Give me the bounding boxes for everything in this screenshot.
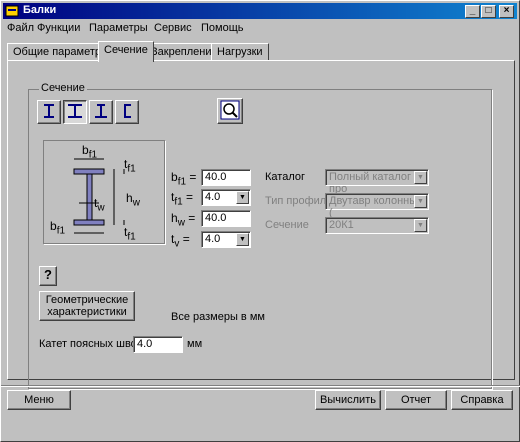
tab-panel: Сечение bf1 tf1 hw tw bf1 tf1 bf1 = 40.0… [7,60,515,389]
profile-i-beam-button[interactable] [37,100,61,124]
diagram-bf1-top: bf1 [82,143,98,161]
window-title: Балки [23,4,57,16]
catalog-label: Каталог [265,171,305,183]
section-combo: 20К1 ▼ [325,217,429,234]
chevron-down-icon[interactable]: ▼ [236,191,249,204]
help-button[interactable]: Справка [451,390,513,410]
units-note: Все размеры в мм [171,311,265,323]
app-icon [5,5,19,17]
tab-strip: Общие параметры Сечение Закрепление Нагр… [7,41,515,62]
param-tf1-label: tf1 = [171,190,194,208]
help-question-button[interactable]: ? [39,266,57,286]
footer-divider [1,385,520,387]
weld-unit: мм [187,338,203,350]
chevron-down-icon: ▼ [414,219,427,232]
profile-t-button[interactable] [89,100,113,124]
param-hw-label: hw = [171,211,196,229]
menu-file[interactable]: Файл [7,22,34,34]
tv-combo[interactable]: 4.0 ▼ [201,231,251,248]
diagram-bf1-bottom: bf1 [50,219,66,237]
param-bf1-label: bf1 = [171,170,197,188]
channel-icon [124,104,131,118]
bf1-input[interactable]: 40.0 [201,169,251,186]
group-title: Сечение [39,82,87,94]
menu-functions[interactable]: Функции [37,22,80,34]
title-bar: Балки _ □ × [3,3,517,19]
section-label: Сечение [265,219,309,231]
diagram-tf1-top: tf1 [124,157,136,175]
chevron-down-icon: ▼ [414,171,427,184]
geometric-characteristics-button[interactable]: Геометрические характеристики [39,291,135,321]
weld-input[interactable]: 4.0 [133,336,183,353]
diagram-tf1-bottom: tf1 [124,225,136,243]
tab-loads[interactable]: Нагрузки [211,43,269,61]
minimize-button[interactable]: _ [465,5,480,18]
weld-label: Катет поясных швов [39,338,143,350]
catalog-combo: Полный каталог про ▼ [325,169,429,195]
tf1-combo[interactable]: 4.0 ▼ [201,189,251,206]
hw-input[interactable]: 40.0 [201,210,251,227]
calculate-button[interactable]: Вычислить [315,390,381,410]
profile-channel-button[interactable] [115,100,139,124]
section-diagram: bf1 tf1 hw tw bf1 tf1 [43,140,165,244]
param-tv-label: tv = [171,232,190,250]
section-value: 20К1 [329,219,354,231]
chevron-down-icon[interactable]: ▼ [236,233,249,246]
menu-bar: Файл Функции Параметры Сервис Помощь [3,20,517,38]
profile-type-combo: Двутавр колонный ( ▼ [325,193,429,219]
close-button[interactable]: × [499,5,514,18]
magnifier-icon [220,100,240,120]
chevron-down-icon: ▼ [414,195,427,208]
profile-type-value: Двутавр колонный ( [329,195,424,219]
menu-service[interactable]: Сервис [154,22,192,34]
diagram-hw: hw [126,191,140,209]
menu-help[interactable]: Помощь [201,22,244,34]
tf1-value: 4.0 [205,191,221,203]
section-group: Сечение bf1 tf1 hw tw bf1 tf1 bf1 = 40.0… [28,82,492,389]
t-icon [95,104,107,118]
wide-i-beam-icon [68,104,82,118]
app-window: Балки _ □ × Файл Функции Параметры Серви… [0,0,520,442]
diagram-tw: tw [94,196,105,214]
profile-wide-i-beam-button[interactable] [63,100,87,124]
menu-parameters[interactable]: Параметры [89,22,148,34]
tab-section[interactable]: Сечение [98,41,154,62]
profile-type-label: Тип профиля [265,195,333,207]
maximize-button[interactable]: □ [481,5,496,18]
report-button[interactable]: Отчет [385,390,447,410]
menu-button[interactable]: Меню [7,390,71,410]
catalog-value: Полный каталог про [329,171,412,195]
tv-value: 4.0 [205,233,221,245]
i-beam-icon [44,104,54,118]
zoom-button[interactable] [217,98,243,124]
